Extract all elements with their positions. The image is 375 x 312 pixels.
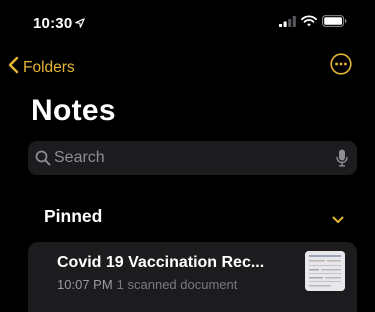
status-time-text: 10:30 [33, 15, 73, 32]
ellipsis-circle-icon [330, 53, 352, 79]
status-time: 10:30 [33, 15, 86, 32]
signal-icon [279, 14, 296, 32]
location-arrow-icon [75, 15, 86, 32]
chevron-down-icon[interactable] [332, 211, 344, 229]
search-bar[interactable] [28, 141, 357, 175]
back-button-label: Folders [23, 58, 75, 76]
page-title: Notes [31, 94, 116, 127]
section-title: Pinned [44, 206, 103, 226]
note-time: 10:07 PM [57, 277, 113, 292]
wifi-icon [301, 14, 317, 32]
note-list-item[interactable]: Covid 19 Vaccination Rec... 10:07 PM 1 sc… [28, 242, 357, 312]
search-input[interactable] [54, 141, 324, 175]
back-button[interactable]: Folders [8, 56, 75, 79]
nav-bar: Folders [0, 52, 375, 82]
search-icon [35, 150, 51, 171]
note-title: Covid 19 Vaccination Rec... [57, 254, 265, 271]
more-button[interactable] [330, 53, 352, 75]
status-bar: 10:30 [0, 0, 375, 44]
battery-icon [322, 14, 347, 32]
microphone-icon[interactable] [336, 149, 348, 172]
chevron-left-icon [8, 56, 23, 79]
status-icons [279, 14, 347, 32]
section-header-pinned[interactable]: Pinned [0, 200, 375, 232]
note-description: 1 scanned document [116, 277, 238, 292]
scanned-document-thumbnail [305, 251, 345, 291]
note-meta: 10:07 PM 1 scanned document [57, 277, 237, 292]
